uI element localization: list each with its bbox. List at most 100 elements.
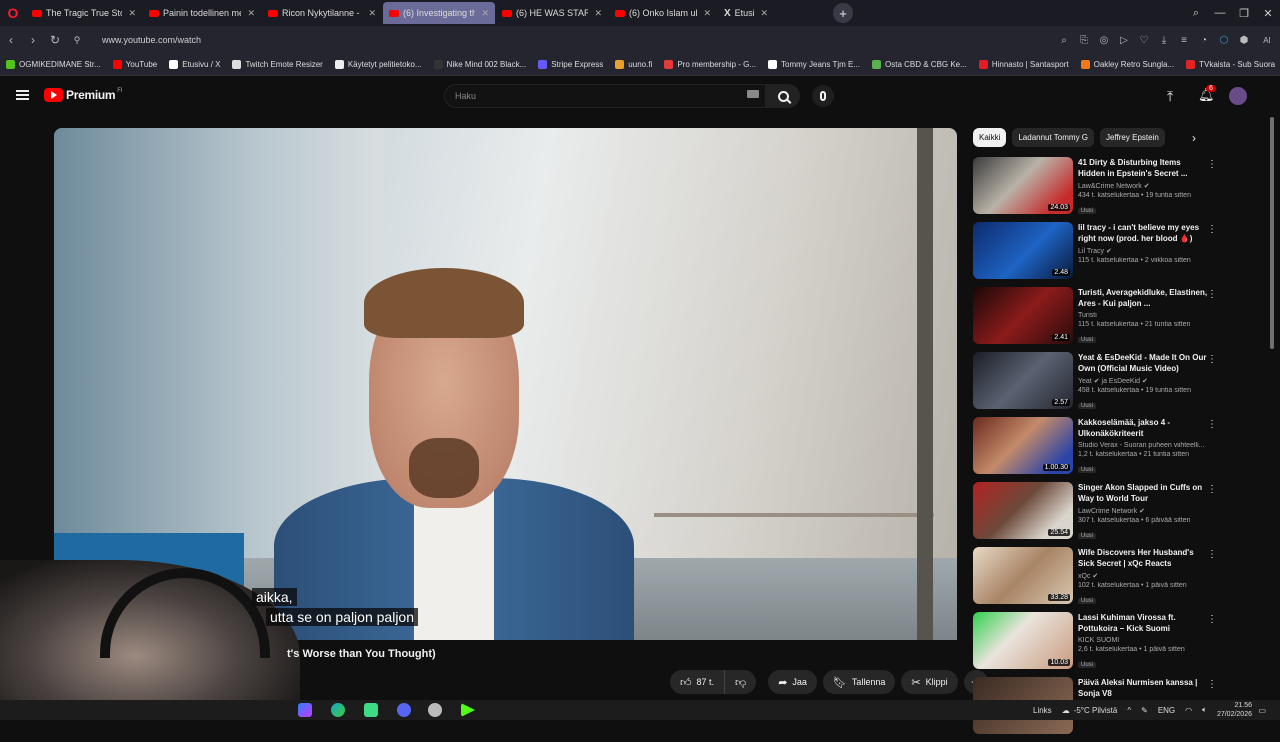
download-icon[interactable]: ⤓ <box>1154 35 1174 46</box>
bookmark-item[interactable]: TVkaista - Sub Suora <box>1186 60 1275 69</box>
browser-tab[interactable]: (6) HE WAS STARING 😮😮 ✕ <box>496 2 608 24</box>
pen-icon[interactable]: ✎ <box>1141 706 1148 715</box>
more-options-icon[interactable]: ⋮ <box>1206 614 1218 625</box>
steam-icon[interactable] <box>428 703 442 717</box>
site-info-icon[interactable]: ⚲ <box>66 35 88 46</box>
bookmark-item[interactable]: Stripe Express <box>538 60 603 69</box>
url-field[interactable]: www.youtube.com/watch <box>102 35 201 45</box>
wifi-icon[interactable]: ◠ <box>1185 706 1192 715</box>
more-options-icon[interactable]: ⋮ <box>1206 679 1218 690</box>
discord-icon[interactable] <box>397 703 411 717</box>
create-upload-icon[interactable]: ⤒ <box>1167 88 1173 105</box>
tab-close-icon[interactable]: ✕ <box>481 8 489 19</box>
search-input[interactable]: Haku <box>444 84 766 108</box>
filter-chip[interactable]: Ladannut Tommy G <box>1012 127 1095 147</box>
video-thumbnail[interactable]: 2.41 <box>973 287 1073 344</box>
wallet-icon[interactable]: ⬢ <box>1234 35 1254 46</box>
scrollbar-thumb[interactable] <box>1270 117 1274 349</box>
back-icon[interactable]: ‹ <box>0 33 22 47</box>
links-toolbar[interactable]: Links <box>1033 706 1052 715</box>
streaming-app-icon[interactable] <box>461 703 475 717</box>
new-tab-button[interactable]: + <box>833 3 853 23</box>
volume-icon[interactable]: 🔈︎ <box>1202 705 1207 715</box>
video-player[interactable] <box>54 128 957 640</box>
clock[interactable]: 21.56 27/02/2026 <box>1217 701 1252 719</box>
maximize-button[interactable]: ❐ <box>1232 7 1256 20</box>
browser-tab[interactable]: The Tragic True Story of Ju ✕ <box>26 2 142 24</box>
snapshot-icon[interactable]: ⎘ <box>1074 35 1094 46</box>
bookmark-item[interactable]: uuno.fi <box>615 60 652 69</box>
page-scrollbar[interactable] <box>1268 117 1276 357</box>
browser-tab[interactable]: XEtusivu / X ✕ <box>718 2 774 24</box>
tray-chevron-up-icon[interactable]: ^ <box>1127 706 1131 715</box>
search-button[interactable] <box>766 84 800 108</box>
recommendation-item[interactable]: 2.57 Yeat & EsDeeKid - Made It On Our Own… <box>973 352 1218 417</box>
tab-close-icon[interactable]: ✕ <box>368 8 376 19</box>
recommendation-item[interactable]: 33.28 Wife Discovers Her Husband's Sick S… <box>973 547 1218 612</box>
more-options-icon[interactable]: ⋮ <box>1206 354 1218 365</box>
bookmark-item[interactable]: Nike Mind 002 Black... <box>433 60 526 69</box>
browser-tab[interactable]: (6) Investigating the Unre ✕ <box>383 2 495 24</box>
copilot-icon[interactable] <box>298 703 312 717</box>
video-thumbnail[interactable]: 10.03 <box>973 612 1073 669</box>
android-app-icon[interactable] <box>364 703 378 717</box>
recommendation-item[interactable]: 2.41 Turisti, Averagekidluke, Elastinen, … <box>973 287 1218 352</box>
bookmark-item[interactable]: Tommy Jeans Tjm E... <box>768 60 860 69</box>
bookmark-item[interactable]: Käytetyt pelitietoko... <box>334 60 422 69</box>
browser-tab[interactable]: Ricon Nykytilanne - YouTu ✕ <box>262 2 382 24</box>
bookmark-item[interactable]: OGMIKEDIMANE Str... <box>6 60 101 69</box>
menu-list-icon[interactable]: ≡ <box>1174 35 1194 46</box>
vpn-icon[interactable]: ◎ <box>1094 35 1114 46</box>
recommendation-item[interactable]: 25.54 Singer Akon Slapped in Cuffs on Way… <box>973 482 1218 547</box>
more-options-icon[interactable]: ⋮ <box>1206 419 1218 430</box>
more-options-icon[interactable]: ⋮ <box>1206 224 1218 235</box>
bookmark-item[interactable]: Etusivu / X <box>169 60 220 69</box>
zoom-icon[interactable]: ⌕ <box>1054 35 1074 46</box>
bookmark-item[interactable]: YouTube <box>112 60 157 69</box>
bookmark-item[interactable]: Oakley Retro Sungla... <box>1080 60 1174 69</box>
bookmark-item[interactable]: Osta CBD & CBG Ke... <box>872 60 967 69</box>
tab-close-icon[interactable]: ✕ <box>760 8 768 19</box>
notification-center-icon[interactable]: ▭ <box>1258 706 1266 715</box>
chevron-right-icon[interactable]: › <box>1192 131 1196 145</box>
keyboard-icon[interactable] <box>747 90 759 98</box>
video-thumbnail[interactable]: 33.28 <box>973 547 1073 604</box>
recommendation-item[interactable]: 10.03 Lassi Kuhiman Virossa ft. Pottukoir… <box>973 612 1218 677</box>
tab-search-icon[interactable]: ⌕ <box>1184 7 1208 20</box>
voice-search-button[interactable] <box>812 85 834 107</box>
profile-icon[interactable]: ◔ <box>1194 35 1214 46</box>
tab-close-icon[interactable]: ✕ <box>703 8 711 19</box>
video-thumbnail[interactable]: 25.54 <box>973 482 1073 539</box>
filter-chip[interactable]: Kaikki <box>973 127 1007 147</box>
tab-close-icon[interactable]: ✕ <box>594 8 602 19</box>
video-thumbnail[interactable]: 2.57 <box>973 352 1073 409</box>
like-button[interactable]: 👍︎ 87 t. <box>670 670 726 694</box>
recommendation-item[interactable]: 2.48 lil tracy - i can't believe my eyes … <box>973 222 1218 287</box>
player-icon[interactable]: ▷ <box>1114 35 1134 46</box>
clip-button[interactable]: ✂ Klippi <box>901 670 958 694</box>
reload-icon[interactable]: ↻ <box>44 33 66 47</box>
save-button[interactable]: 🔖︎ Tallenna <box>822 670 896 694</box>
browser-tab[interactable]: (6) Onko Islam uhka länsi ✕ <box>609 2 717 24</box>
video-thumbnail[interactable]: 1.00.30 <box>973 417 1073 474</box>
minimize-button[interactable]: — <box>1208 7 1232 19</box>
recommendation-item[interactable]: 24.03 41 Dirty & Disturbing Items Hidden … <box>973 157 1218 222</box>
youtube-premium-logo[interactable]: Premium FI <box>44 88 123 102</box>
filter-chip[interactable]: Jeffrey Epstein <box>1100 127 1165 147</box>
tab-close-icon[interactable]: ✕ <box>128 8 136 19</box>
close-window-button[interactable]: ✕ <box>1256 7 1280 20</box>
extension-icon[interactable]: ⬡ <box>1214 35 1234 46</box>
share-button[interactable]: ➦ Jaa <box>768 670 817 694</box>
tab-close-icon[interactable]: ✕ <box>247 8 255 19</box>
forward-icon[interactable]: › <box>22 33 44 47</box>
heart-icon[interactable]: ♡ <box>1134 35 1154 46</box>
video-thumbnail[interactable]: 2.48 <box>973 222 1073 279</box>
edge-icon[interactable] <box>331 703 345 717</box>
more-options-icon[interactable]: ⋮ <box>1206 484 1218 495</box>
account-avatar[interactable] <box>1229 87 1247 105</box>
menu-icon[interactable] <box>16 90 29 100</box>
more-options-icon[interactable]: ⋮ <box>1206 159 1218 170</box>
bookmark-item[interactable]: Twitch Emote Resizer <box>232 60 323 69</box>
video-thumbnail[interactable]: 24.03 <box>973 157 1073 214</box>
more-options-icon[interactable]: ⋮ <box>1206 289 1218 300</box>
